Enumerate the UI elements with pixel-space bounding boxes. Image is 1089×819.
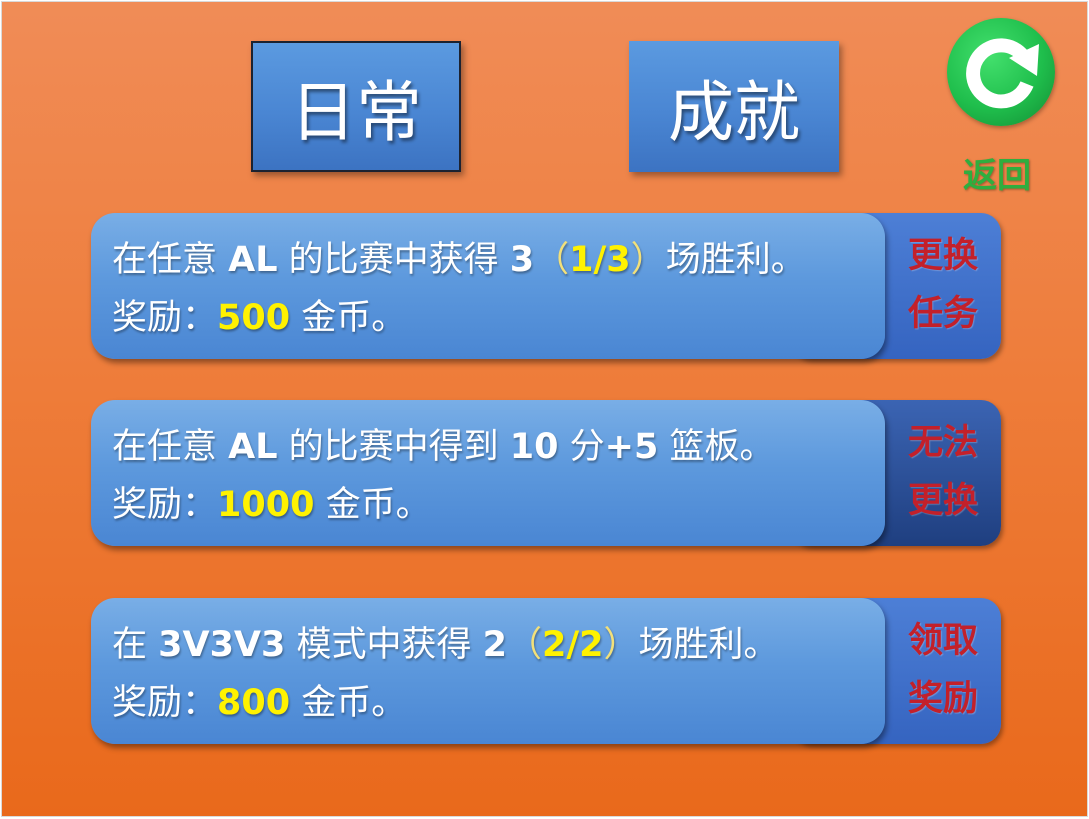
tab-achievement-label: 成就 [668,73,800,151]
task-description: 在 3V3V3 模式中获得 2（2/2）场胜利。 [112,625,779,665]
task-description: 在任意 AL 的比赛中获得 3（1/3）场胜利。 [112,240,806,280]
back-label: 返回 [963,156,1031,196]
task-reward: 奖励：1000 金币。 [112,485,431,525]
task-progress: 1/3 [569,240,631,280]
back-button[interactable]: 返回 [947,18,1055,196]
task-reward: 奖励：500 金币。 [112,298,407,338]
task-item: 更换 任务 在任意 AL 的比赛中获得 3（1/3）场胜利。 奖励：500 金币… [91,213,1001,361]
tab-achievement[interactable]: 成就 [629,41,839,172]
task-card: 在 3V3V3 模式中获得 2（2/2）场胜利。 奖励：800 金币。 [91,598,885,744]
task-description: 在任意 AL 的比赛中得到 10 分+5 篮板。 [112,427,775,467]
task-card: 在任意 AL 的比赛中得到 10 分+5 篮板。 奖励：1000 金币。 [91,400,885,546]
task-card: 在任意 AL 的比赛中获得 3（1/3）场胜利。 奖励：500 金币。 [91,213,885,359]
tab-daily[interactable]: 日常 [251,41,461,172]
change-task-label: 更换 任务 [907,236,978,334]
reward-amount: 1000 [217,485,315,525]
task-item: 无法 更换 在任意 AL 的比赛中得到 10 分+5 篮板。 奖励：1000 金… [91,400,1001,548]
reward-amount: 500 [217,298,291,338]
task-reward: 奖励：800 金币。 [112,683,407,723]
reward-amount: 800 [217,683,291,723]
tab-daily-label: 日常 [290,73,422,151]
claim-reward-label: 领取 奖励 [907,621,978,719]
task-screen: 日常 成就 返回 更换 任务 在任意 AL 的比赛中获得 3（1/3）场胜利。 … [1,1,1088,817]
task-item: 领取 奖励 在 3V3V3 模式中获得 2（2/2）场胜利。 奖励：800 金币… [91,598,1001,746]
cannot-change-label: 无法 更换 [907,423,978,521]
refresh-back-icon [947,18,1055,126]
task-progress: 2/2 [542,625,604,665]
